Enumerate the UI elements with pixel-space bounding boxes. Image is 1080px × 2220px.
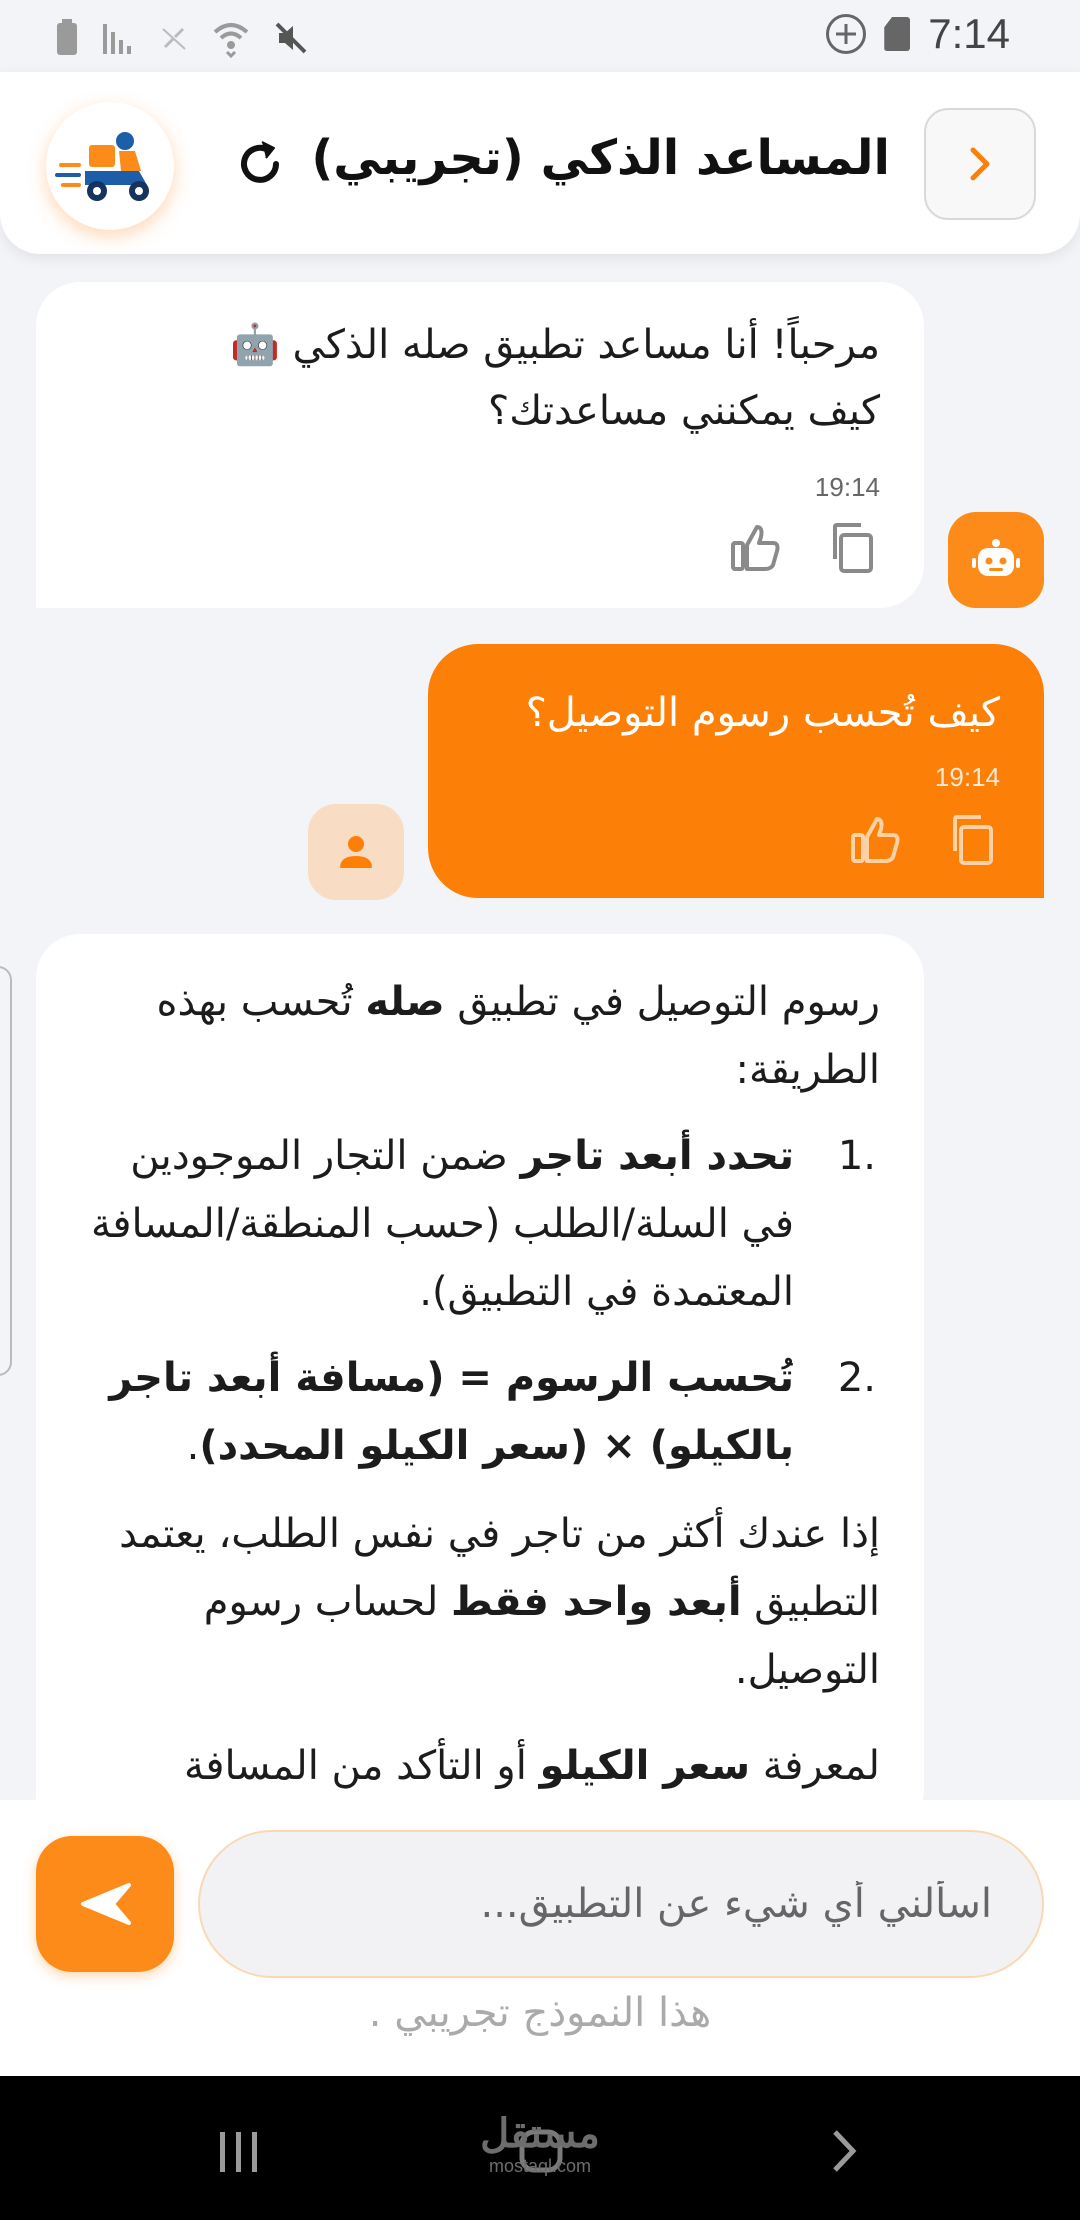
message-time: 19:14 [814, 472, 880, 502]
answer-list-item-1: .1 تحدد أبعد تاجر ضمن التجار الموجودين ف… [36, 1122, 924, 1326]
copy-button[interactable] [824, 520, 880, 576]
list-body: تحدد أبعد تاجر ضمن التجار الموجودين في ا… [80, 1122, 800, 1326]
user-avatar [308, 804, 404, 900]
bold-span: صله [365, 979, 445, 1025]
message-actions [848, 812, 1000, 868]
answer-list-item-2: .2 تُحسب الرسوم = (مسافة أبعد تاجر بالكي… [36, 1344, 924, 1480]
bold-span: أبعد واحد فقط [451, 1579, 742, 1625]
list-number: .2 [837, 1355, 876, 1401]
back-button[interactable] [924, 108, 1036, 220]
send-button[interactable] [36, 1836, 174, 1972]
recent-apps-icon [220, 2132, 257, 2172]
status-icons [55, 18, 309, 67]
status-right: 7:14 [826, 10, 1010, 58]
page-title: المساعد الذكي (تجريبي) [311, 130, 890, 186]
app-logo [46, 102, 174, 230]
text-span: لمعرفة [750, 1743, 880, 1789]
refresh-icon [241, 141, 279, 183]
user-message: كيف تُحسب رسوم التوصيل؟ 19:14 [428, 644, 1044, 898]
message-text: كيف تُحسب رسوم التوصيل؟ [525, 690, 1000, 736]
status-bar: 7:14 [0, 0, 1080, 72]
disclaimer-text: هذا النموذج تجريبي . [368, 1990, 712, 2036]
bot-avatar [948, 512, 1044, 608]
status-time: 7:14 [928, 10, 1010, 57]
back-nav-button[interactable] [808, 2116, 878, 2186]
watermark-sub: mostaql.com [488, 2156, 592, 2176]
bold-span: تُحسب الرسوم = (مسافة أبعد تاجر بالكيلو)… [109, 1355, 794, 1469]
robot-icon [972, 539, 1020, 576]
bold-span: تحدد أبعد تاجر [520, 1133, 795, 1179]
send-icon [81, 1883, 131, 1925]
chevron-right-icon [833, 2130, 857, 2172]
refresh-button[interactable] [230, 134, 290, 194]
app-header: المساعد الذكي (تجريبي) [0, 72, 1080, 254]
copy-icon [953, 815, 993, 865]
bot-message-welcome: مرحباً! أنا مساعد تطبيق صله الذكي 🤖 كيف … [36, 282, 924, 608]
welcome-line-1: مرحباً! أنا مساعد تطبيق صله الذكي 🤖 [230, 322, 880, 368]
delivery-scooter-icon [55, 132, 149, 201]
person-icon [340, 836, 372, 868]
message-text: مرحباً! أنا مساعد تطبيق صله الذكي 🤖 كيف … [36, 282, 924, 444]
thumbs-up-icon [851, 817, 900, 863]
chat-input[interactable] [198, 1830, 1044, 1978]
like-button[interactable] [848, 812, 904, 868]
copy-icon [833, 523, 873, 573]
battery-icon [55, 19, 79, 66]
chat-input-area: هذا النموذج تجريبي . [0, 1800, 1080, 2076]
watermark-main: مستقل [480, 2112, 600, 2156]
sim-card-icon [884, 17, 911, 51]
watermark: مستقل mostaql.com [470, 2112, 610, 2177]
copy-button[interactable] [944, 812, 1000, 868]
recent-apps-button[interactable] [204, 2116, 274, 2186]
message-time: 19:14 [934, 762, 1000, 792]
list-number: .1 [837, 1133, 876, 1179]
text-span: . [186, 1423, 200, 1469]
system-nav-bar: مستقل mostaql.com [0, 2076, 1080, 2220]
chevron-right-icon [970, 147, 990, 181]
mute-icon [273, 20, 309, 65]
like-button[interactable] [728, 520, 784, 576]
message-actions [728, 520, 880, 576]
side-drawer-handle[interactable] [0, 966, 12, 1376]
text-span: أو التأكد من المسافة [183, 1743, 540, 1789]
bot-message-answer: رسوم التوصيل في تطبيق صله تُحسب بهذه الط… [36, 934, 924, 1834]
text-span: رسوم التوصيل في تطبيق [444, 979, 880, 1025]
bold-span: سعر الكيلو [539, 1743, 751, 1789]
answer-paragraph-3: إذا عندك أكثر من تاجر في نفس الطلب، يعتم… [36, 1500, 924, 1704]
add-circle-icon [826, 14, 867, 54]
thumbs-up-icon [731, 525, 780, 571]
list-body: تُحسب الرسوم = (مسافة أبعد تاجر بالكيلو)… [80, 1344, 800, 1480]
wifi-icon [211, 18, 251, 67]
welcome-line-2: كيف يمكنني مساعدتك؟ [487, 388, 880, 434]
answer-paragraph-1: رسوم التوصيل في تطبيق صله تُحسب بهذه الط… [36, 934, 924, 1104]
answer-paragraph-4: لمعرفة سعر الكيلو أو التأكد من المسافة [36, 1732, 924, 1800]
signal-icon [101, 20, 137, 65]
data-off-icon [159, 23, 189, 62]
